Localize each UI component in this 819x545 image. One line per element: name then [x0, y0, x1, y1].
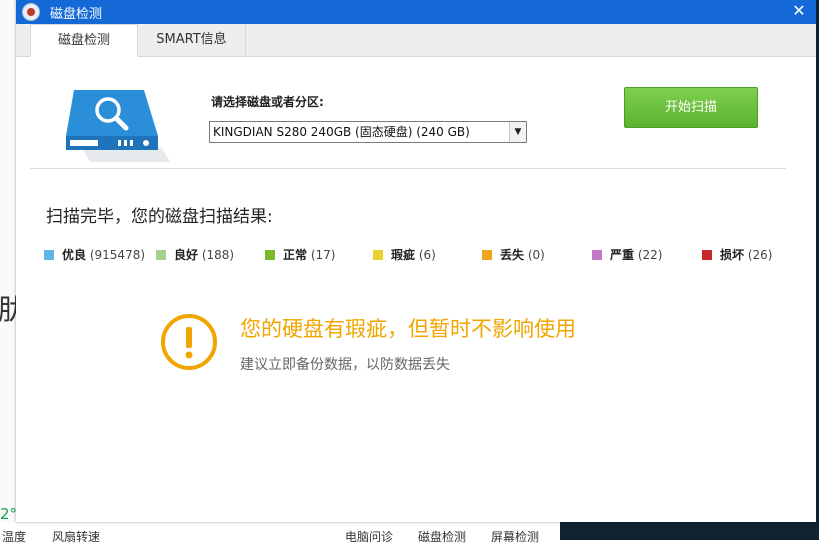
- bottom-item-temperature[interactable]: 温度: [2, 528, 26, 545]
- hard-disk-icon: [66, 90, 170, 162]
- legend-item-good: 良好 (188): [156, 246, 234, 263]
- disk-select-label: 请选择磁盘或者分区:: [211, 95, 324, 109]
- legend-swatch: [373, 250, 383, 260]
- close-button[interactable]: ✕: [782, 0, 816, 24]
- title-bar[interactable]: 磁盘检测 ✕: [16, 0, 816, 24]
- tab-smart-info[interactable]: SMART信息: [138, 24, 246, 56]
- desktop-left-strip: 肋 2°c: [0, 0, 26, 540]
- bottom-item-diagnose[interactable]: 电脑问诊: [345, 528, 393, 545]
- disk-check-window: 磁盘检测 ✕ 磁盘检测 SMART信息 请选择磁盘或者分区: KINGDIAN …: [16, 0, 816, 522]
- legend-item-flaw: 瑕疵 (6): [373, 246, 436, 263]
- legend-item-damaged: 损坏 (26): [702, 246, 772, 263]
- close-icon: ✕: [792, 1, 806, 20]
- app-logo-icon: [22, 3, 40, 21]
- legend-item-lost: 丢失 (0): [482, 246, 545, 263]
- desktop-dark-area: [560, 522, 819, 540]
- selected-disk-value: KINGDIAN S280 240GB (固态硬盘) (240 GB): [213, 125, 470, 139]
- legend-item-excellent: 优良 (915478): [44, 246, 145, 263]
- legend-swatch: [265, 250, 275, 260]
- warning-subtitle: 建议立即备份数据，以防数据丢失: [240, 357, 450, 373]
- tab-bar: 磁盘检测 SMART信息: [16, 24, 816, 57]
- legend-item-severe: 严重 (22): [592, 246, 662, 263]
- bottom-item-screen[interactable]: 屏幕检测: [491, 528, 539, 545]
- section-divider: [30, 168, 786, 169]
- legend-item-normal: 正常 (17): [265, 246, 335, 263]
- disk-select-dropdown[interactable]: KINGDIAN S280 240GB (固态硬盘) (240 GB) ▼: [209, 121, 527, 143]
- bottom-item-fan[interactable]: 风扇转速: [52, 528, 100, 545]
- scan-result-title: 扫描完毕，您的磁盘扫描结果:: [46, 207, 273, 227]
- legend-swatch: [482, 250, 492, 260]
- start-scan-button[interactable]: 开始扫描: [624, 87, 758, 128]
- legend-swatch: [702, 250, 712, 260]
- warning-title: 您的硬盘有瑕疵，但暂时不影响使用: [240, 317, 576, 341]
- warning-icon: [161, 314, 217, 370]
- legend-swatch: [592, 250, 602, 260]
- bottom-item-disk[interactable]: 磁盘检测: [418, 528, 466, 545]
- legend-swatch: [44, 250, 54, 260]
- dropdown-arrow-icon[interactable]: ▼: [509, 122, 526, 142]
- tab-disk-check[interactable]: 磁盘检测: [30, 24, 138, 57]
- legend-swatch: [156, 250, 166, 260]
- window-title: 磁盘检测: [50, 7, 103, 22]
